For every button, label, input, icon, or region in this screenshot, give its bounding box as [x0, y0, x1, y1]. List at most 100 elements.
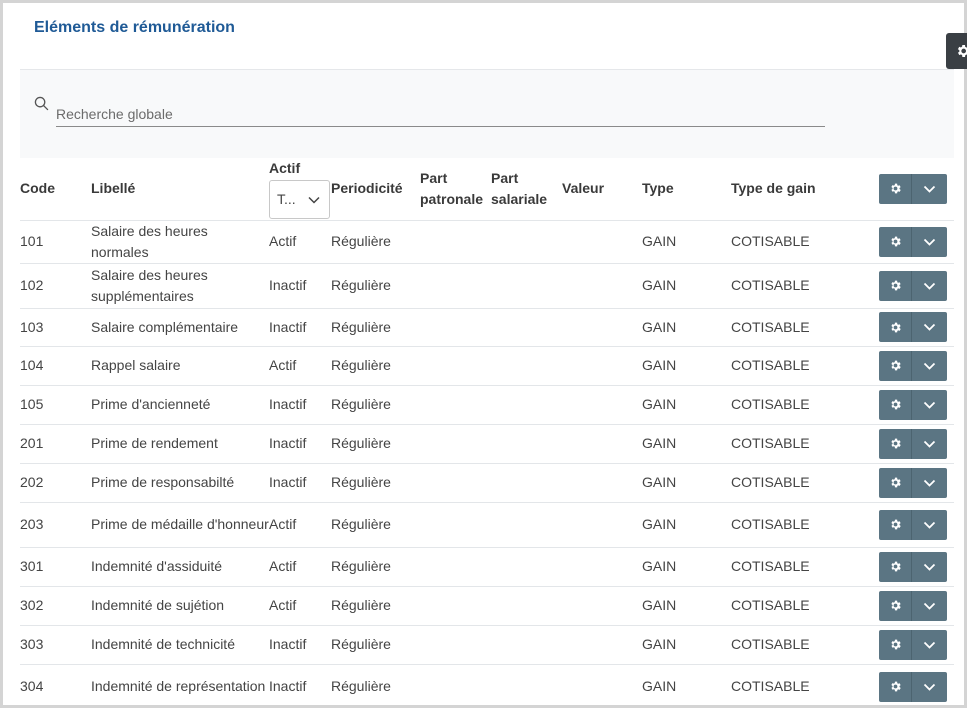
table-row[interactable]: 301 Indemnité d'assiduité Actif Régulièr… [20, 547, 954, 587]
row-settings-button[interactable] [879, 312, 912, 342]
table-row[interactable]: 203 Prime de médaille d'honneur Actif Ré… [20, 502, 954, 548]
column-header-actions [879, 158, 954, 221]
row-settings-button[interactable] [879, 350, 912, 381]
table-row[interactable]: 302 Indemnité de sujétion Actif Régulièr… [20, 586, 954, 626]
column-header-valeur[interactable]: Valeur [562, 158, 642, 221]
row-actions-group [879, 428, 954, 459]
row-menu-button[interactable] [912, 629, 947, 660]
cell-part-salariale [491, 220, 562, 264]
global-search-input[interactable] [56, 97, 825, 127]
cell-periodicite: Régulière [331, 263, 420, 309]
table-row[interactable]: 103 Salaire complémentaire Inactif Régul… [20, 308, 954, 347]
row-settings-button[interactable] [879, 509, 912, 540]
column-header-libelle[interactable]: Libellé [91, 158, 269, 221]
gear-icon [890, 322, 901, 332]
cell-type-gain: COTISABLE [731, 586, 879, 626]
table-row[interactable]: 101 Salaire des heures normales Actif Ré… [20, 220, 954, 264]
column-header-actif-label[interactable]: Actif [269, 158, 331, 179]
cell-code: 104 [20, 346, 91, 386]
cell-valeur [562, 625, 642, 665]
cell-libelle: Prime de rendement [91, 424, 269, 464]
table-row[interactable]: 304 Indemnité de représentation Inactif … [20, 664, 954, 708]
table-row[interactable]: 202 Prime de responsabilté Inactif Régul… [20, 463, 954, 503]
actif-filter-value: T... [277, 191, 296, 208]
row-menu-button[interactable] [912, 389, 947, 420]
cell-part-salariale [491, 547, 562, 587]
table-row[interactable]: 102 Salaire des heures supplémentaires I… [20, 263, 954, 309]
cell-valeur [562, 220, 642, 264]
row-menu-button[interactable] [912, 590, 947, 621]
row-menu-button[interactable] [912, 312, 947, 342]
cell-actions [879, 424, 954, 464]
actif-filter-dropdown[interactable]: T... [269, 180, 330, 220]
cell-valeur [562, 502, 642, 548]
cell-part-patronale [420, 424, 491, 464]
cell-actions [879, 502, 954, 548]
row-settings-button[interactable] [879, 389, 912, 420]
row-settings-button[interactable] [879, 467, 912, 498]
cell-periodicite: Régulière [331, 385, 420, 425]
row-settings-button[interactable] [879, 428, 912, 459]
row-settings-button[interactable] [879, 590, 912, 621]
row-settings-button[interactable] [879, 226, 912, 257]
cell-actions [879, 463, 954, 503]
table-row[interactable]: 105 Prime d'ancienneté Inactif Régulière… [20, 385, 954, 425]
side-settings-tab[interactable] [946, 33, 967, 69]
table-row[interactable]: 104 Rappel salaire Actif Régulière GAIN … [20, 346, 954, 386]
gear-icon [890, 519, 901, 530]
row-settings-button[interactable] [879, 270, 912, 301]
cell-part-salariale [491, 385, 562, 425]
column-header-type-gain[interactable]: Type de gain [731, 158, 879, 221]
cell-part-patronale [420, 308, 491, 347]
row-settings-button[interactable] [879, 551, 912, 582]
cell-part-patronale [420, 220, 491, 264]
row-menu-button[interactable] [912, 671, 947, 702]
cell-actif: Actif [269, 502, 331, 548]
row-menu-button[interactable] [912, 551, 947, 582]
cell-part-salariale [491, 664, 562, 708]
cell-type: GAIN [642, 547, 731, 587]
cell-actif: Inactif [269, 263, 331, 309]
cell-type: GAIN [642, 385, 731, 425]
column-header-part-patronale[interactable]: Part patronale [420, 158, 491, 221]
column-header-code[interactable]: Code [20, 158, 91, 221]
row-menu-button[interactable] [912, 226, 947, 257]
cell-periodicite: Régulière [331, 502, 420, 548]
row-settings-button[interactable] [879, 629, 912, 660]
column-header-periodicite[interactable]: Periodicité [331, 158, 420, 221]
cell-part-salariale [491, 586, 562, 626]
row-actions-group [879, 509, 954, 540]
cell-type-gain: COTISABLE [731, 424, 879, 464]
cell-part-patronale [420, 586, 491, 626]
row-menu-button[interactable] [912, 270, 947, 301]
cell-part-salariale [491, 263, 562, 309]
chevron-down-icon [923, 683, 936, 691]
cell-actif: Actif [269, 547, 331, 587]
header-settings-button[interactable] [879, 173, 912, 204]
header-menu-button[interactable] [912, 173, 947, 204]
cell-periodicite: Régulière [331, 547, 420, 587]
row-menu-button[interactable] [912, 428, 947, 459]
row-actions-group [879, 671, 954, 702]
table-row[interactable]: 303 Indemnité de technicité Inactif Régu… [20, 625, 954, 665]
row-menu-button[interactable] [912, 467, 947, 498]
cell-periodicite: Régulière [331, 424, 420, 464]
cell-valeur [562, 346, 642, 386]
cell-libelle: Salaire des heures supplémentaires [91, 263, 269, 309]
chevron-down-icon [923, 479, 936, 487]
table-row[interactable]: 201 Prime de rendement Inactif Régulière… [20, 424, 954, 464]
cell-type: GAIN [642, 586, 731, 626]
row-settings-button[interactable] [879, 671, 912, 702]
column-header-part-salariale[interactable]: Part salariale [491, 158, 562, 221]
cell-actions [879, 220, 954, 264]
row-menu-button[interactable] [912, 509, 947, 540]
cell-actions [879, 263, 954, 309]
cell-periodicite: Régulière [331, 308, 420, 347]
cell-actif: Inactif [269, 308, 331, 347]
column-header-type[interactable]: Type [642, 158, 731, 221]
row-actions-group [879, 312, 954, 342]
page-title: Eléments de rémunération [34, 19, 235, 36]
row-menu-button[interactable] [912, 350, 947, 381]
chevron-down-icon [923, 563, 936, 571]
cell-valeur [562, 664, 642, 708]
